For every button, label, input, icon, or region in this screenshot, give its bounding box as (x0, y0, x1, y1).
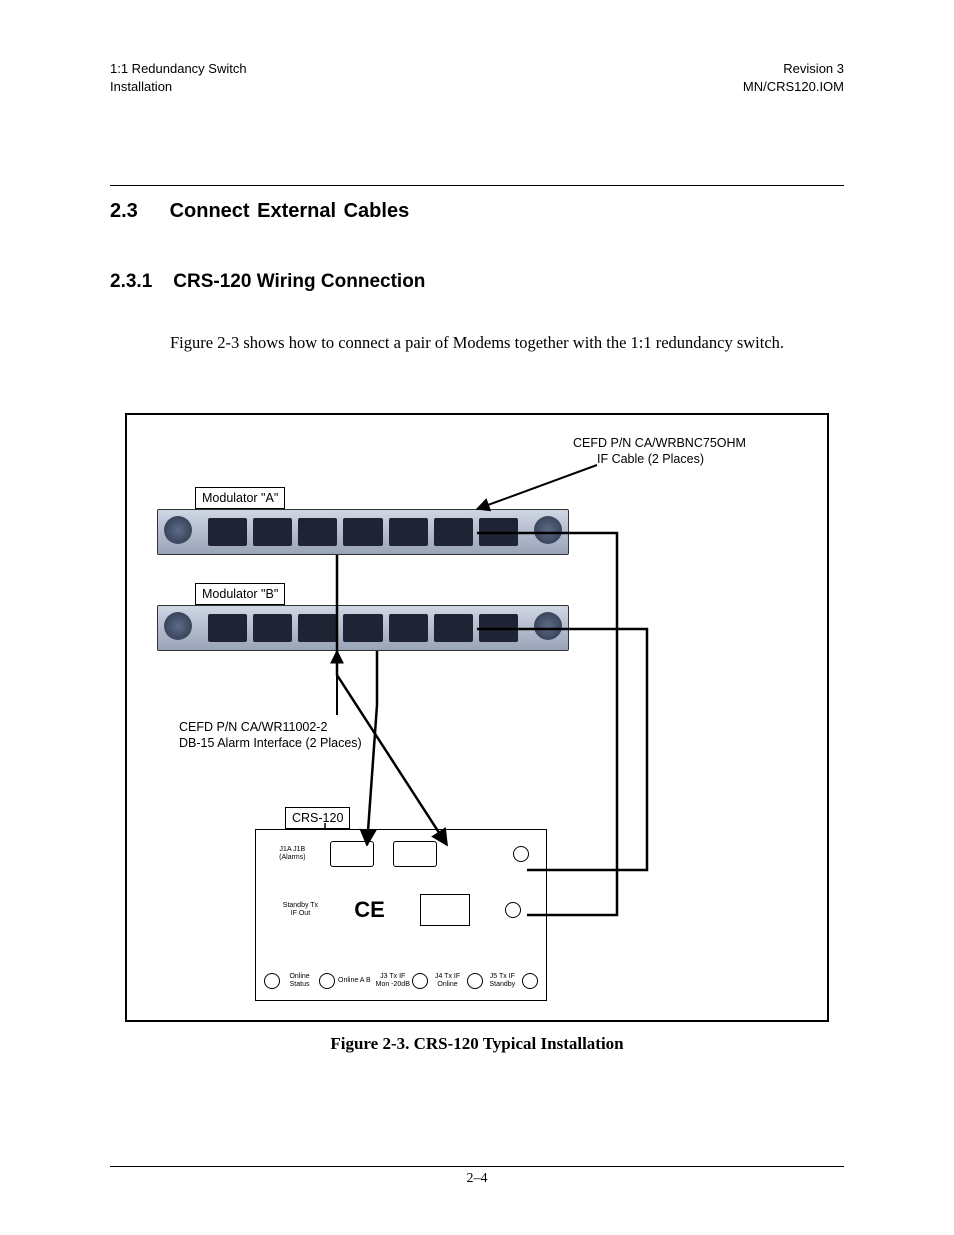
subsection-number: 2.3.1 (110, 271, 168, 293)
figure-caption: Figure 2-3. CRS-120 Typical Installation (110, 1034, 844, 1054)
callout-alarm-line1: CEFD P/N CA/WR11002-2 (179, 719, 362, 735)
body-paragraph: Figure 2-3 shows how to connect a pair o… (170, 333, 844, 353)
section-heading: 2.3 Connect External Cables (110, 200, 844, 223)
section-title: Connect External Cables (170, 200, 410, 222)
header-right-line1: Revision 3 (743, 60, 844, 78)
ce-mark-icon: CE (354, 897, 385, 923)
header-right-line2: MN/CRS120.IOM (743, 78, 844, 96)
subsection-heading: 2.3.1 CRS-120 Wiring Connection (110, 271, 844, 293)
figure-frame: CEFD P/N CA/WRBNC75OHM IF Cable (2 Place… (125, 413, 829, 1022)
crs-bnc-4 (467, 973, 483, 989)
callout-crs120: CRS-120 (285, 807, 350, 829)
crs-standby-out-label: Standby Tx IF Out (281, 902, 319, 917)
crs-alarms-label: J1A J1B (Alarms) (273, 846, 311, 861)
crs120-device: J1A J1B (Alarms) Standby Tx IF Out CE On… (255, 829, 547, 1001)
crs-bnc-top (513, 846, 529, 862)
crs-bnc-mid (505, 902, 521, 918)
header-left-line2: Installation (110, 78, 247, 96)
callout-alarm-line2: DB-15 Alarm Interface (2 Places) (179, 735, 362, 751)
page-header: 1:1 Redundancy Switch Installation Revis… (110, 60, 844, 95)
callout-if-cable-line2: IF Cable (2 Places) (573, 451, 746, 467)
crs-port-j1b (393, 841, 437, 867)
crs-online-ab-label: Online A B (335, 977, 373, 985)
crs-info-plate (420, 894, 470, 926)
callout-if-cable-line1: CEFD P/N CA/WRBNC75OHM (573, 435, 746, 451)
callout-modulator-b: Modulator "B" (195, 583, 285, 605)
modulator-b-device (157, 605, 569, 651)
section-number: 2.3 (110, 200, 162, 223)
crs-bnc-3 (412, 973, 428, 989)
footer-rule (110, 1166, 844, 1167)
crs-bnc-1 (264, 973, 280, 989)
header-left-line1: 1:1 Redundancy Switch (110, 60, 247, 78)
crs-j5-label: J5 Tx IF Standby (483, 973, 521, 988)
crs-bnc-2 (319, 973, 335, 989)
callout-if-cable: CEFD P/N CA/WRBNC75OHM IF Cable (2 Place… (567, 433, 752, 470)
crs-port-j1a (330, 841, 374, 867)
crs-bnc-5 (522, 973, 538, 989)
callout-alarm-interface: CEFD P/N CA/WR11002-2 DB-15 Alarm Interf… (173, 717, 368, 754)
page-number: 2–4 (0, 1171, 954, 1187)
modulator-a-device (157, 509, 569, 555)
subsection-title: CRS-120 Wiring Connection (173, 271, 425, 292)
crs-j4-label: J4 Tx IF Online (429, 973, 467, 988)
crs-j3-label: J3 Tx IF Mon -20dB (374, 973, 412, 988)
crs-online-status-label: Online Status (281, 973, 319, 988)
section-rule (110, 185, 844, 186)
callout-modulator-a: Modulator "A" (195, 487, 285, 509)
